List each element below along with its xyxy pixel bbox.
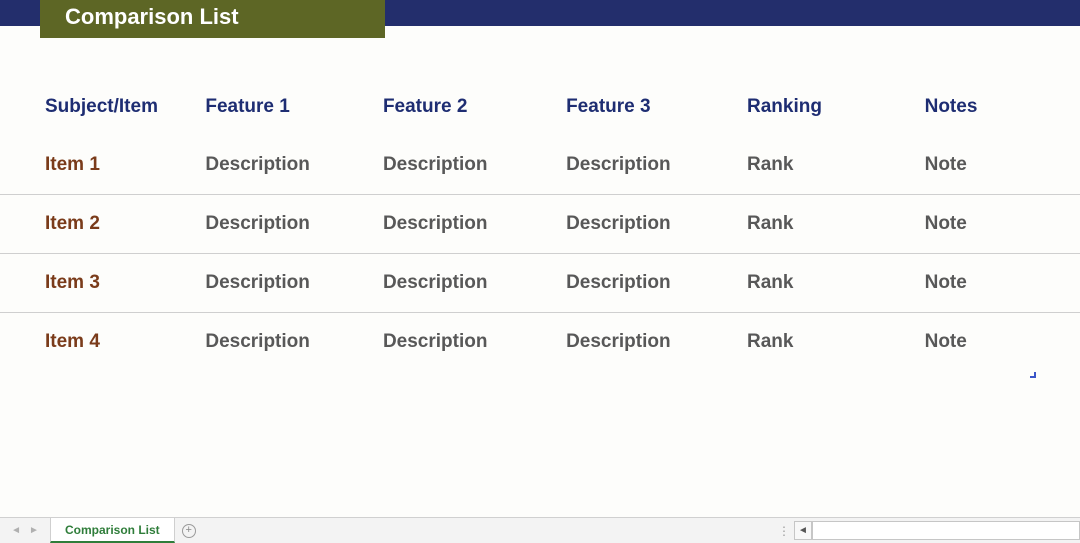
cell-item[interactable]: Item 4	[0, 313, 205, 372]
cell-note[interactable]: Note	[925, 254, 1080, 313]
table-row: Item 1 Description Description Descripti…	[0, 136, 1080, 195]
page-title-text: Comparison List	[65, 4, 239, 30]
col-header-feature2[interactable]: Feature 2	[383, 78, 566, 136]
selection-corner-icon	[1030, 372, 1036, 378]
plus-icon: +	[182, 524, 196, 538]
cell-rank[interactable]: Rank	[747, 254, 925, 313]
comparison-table: Subject/Item Feature 1 Feature 2 Feature…	[0, 78, 1080, 371]
cell-feature3[interactable]: Description	[566, 195, 747, 254]
table-row: Item 2 Description Description Descripti…	[0, 195, 1080, 254]
cell-note[interactable]: Note	[925, 136, 1080, 195]
cell-feature2[interactable]: Description	[383, 313, 566, 372]
sheet-tab-bar: ◄ ► Comparison List + ⋮ ◄	[0, 517, 1080, 543]
cell-feature1[interactable]: Description	[205, 195, 383, 254]
table-row: Item 4 Description Description Descripti…	[0, 313, 1080, 372]
table-header-row: Subject/Item Feature 1 Feature 2 Feature…	[0, 78, 1080, 136]
sheet-nav-next-icon[interactable]: ►	[25, 525, 43, 536]
add-sheet-button[interactable]: +	[175, 518, 203, 543]
sheet-tab-active[interactable]: Comparison List	[50, 518, 175, 543]
col-header-subject[interactable]: Subject/Item	[0, 78, 205, 136]
content-area: Subject/Item Feature 1 Feature 2 Feature…	[0, 26, 1080, 371]
sheet-nav-buttons[interactable]: ◄ ►	[0, 518, 50, 543]
cell-item[interactable]: Item 2	[0, 195, 205, 254]
cell-feature3[interactable]: Description	[566, 254, 747, 313]
col-header-ranking[interactable]: Ranking	[747, 78, 925, 136]
cell-feature1[interactable]: Description	[205, 254, 383, 313]
bar-drag-handle-icon[interactable]: ⋮	[774, 518, 794, 543]
cell-feature2[interactable]: Description	[383, 195, 566, 254]
col-header-feature1[interactable]: Feature 1	[205, 78, 383, 136]
horizontal-scrollbar[interactable]	[812, 521, 1080, 540]
cell-note[interactable]: Note	[925, 313, 1080, 372]
cell-feature1[interactable]: Description	[205, 313, 383, 372]
sheet-nav-prev-icon[interactable]: ◄	[7, 525, 25, 536]
sheet-tab-label: Comparison List	[65, 523, 160, 537]
cell-item[interactable]: Item 3	[0, 254, 205, 313]
col-header-notes[interactable]: Notes	[925, 78, 1080, 136]
cell-feature2[interactable]: Description	[383, 136, 566, 195]
cell-rank[interactable]: Rank	[747, 136, 925, 195]
page-title: Comparison List	[40, 0, 385, 38]
cell-feature1[interactable]: Description	[205, 136, 383, 195]
cell-item[interactable]: Item 1	[0, 136, 205, 195]
cell-feature3[interactable]: Description	[566, 313, 747, 372]
cell-feature3[interactable]: Description	[566, 136, 747, 195]
cell-rank[interactable]: Rank	[747, 313, 925, 372]
bar-spacer	[203, 518, 774, 543]
hscroll-left-button[interactable]: ◄	[794, 521, 812, 540]
cell-rank[interactable]: Rank	[747, 195, 925, 254]
col-header-feature3[interactable]: Feature 3	[566, 78, 747, 136]
cell-note[interactable]: Note	[925, 195, 1080, 254]
cell-feature2[interactable]: Description	[383, 254, 566, 313]
table-row: Item 3 Description Description Descripti…	[0, 254, 1080, 313]
